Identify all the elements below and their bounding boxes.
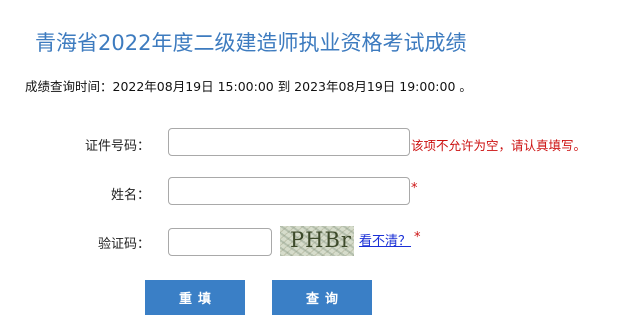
- name-row: 姓名： *: [0, 177, 621, 207]
- score-query-page: 青海省2022年度二级建造师执业资格考试成绩 成绩查询时间：2022年08月19…: [0, 0, 621, 323]
- captcha-image-text: PHBr: [290, 228, 352, 252]
- query-button[interactable]: 查询: [272, 280, 372, 315]
- id-number-error-hint: 该项不允许为空，请认真填写。: [411, 138, 587, 153]
- captcha-row: 验证码： PHBr 看不清？ *: [0, 226, 621, 256]
- reset-button[interactable]: 重填: [145, 280, 245, 315]
- name-label: 姓名：: [110, 188, 150, 203]
- captcha-required-mark: *: [414, 230, 421, 245]
- id-number-input[interactable]: [168, 128, 410, 156]
- id-number-row: 证件号码： 该项不允许为空，请认真填写。: [0, 128, 621, 158]
- query-time-notice: 成绩查询时间：2022年08月19日 15:00:00 到 2023年08月19…: [25, 79, 472, 94]
- captcha-refresh-link[interactable]: 看不清？: [359, 230, 411, 249]
- captcha-label: 验证码：: [97, 237, 150, 252]
- id-number-label: 证件号码：: [84, 139, 150, 154]
- page-title: 青海省2022年度二级建造师执业资格考试成绩: [35, 31, 467, 55]
- name-input[interactable]: [168, 177, 410, 205]
- name-required-mark: *: [411, 181, 418, 196]
- captcha-image[interactable]: PHBr: [280, 226, 354, 256]
- captcha-input[interactable]: [168, 228, 272, 256]
